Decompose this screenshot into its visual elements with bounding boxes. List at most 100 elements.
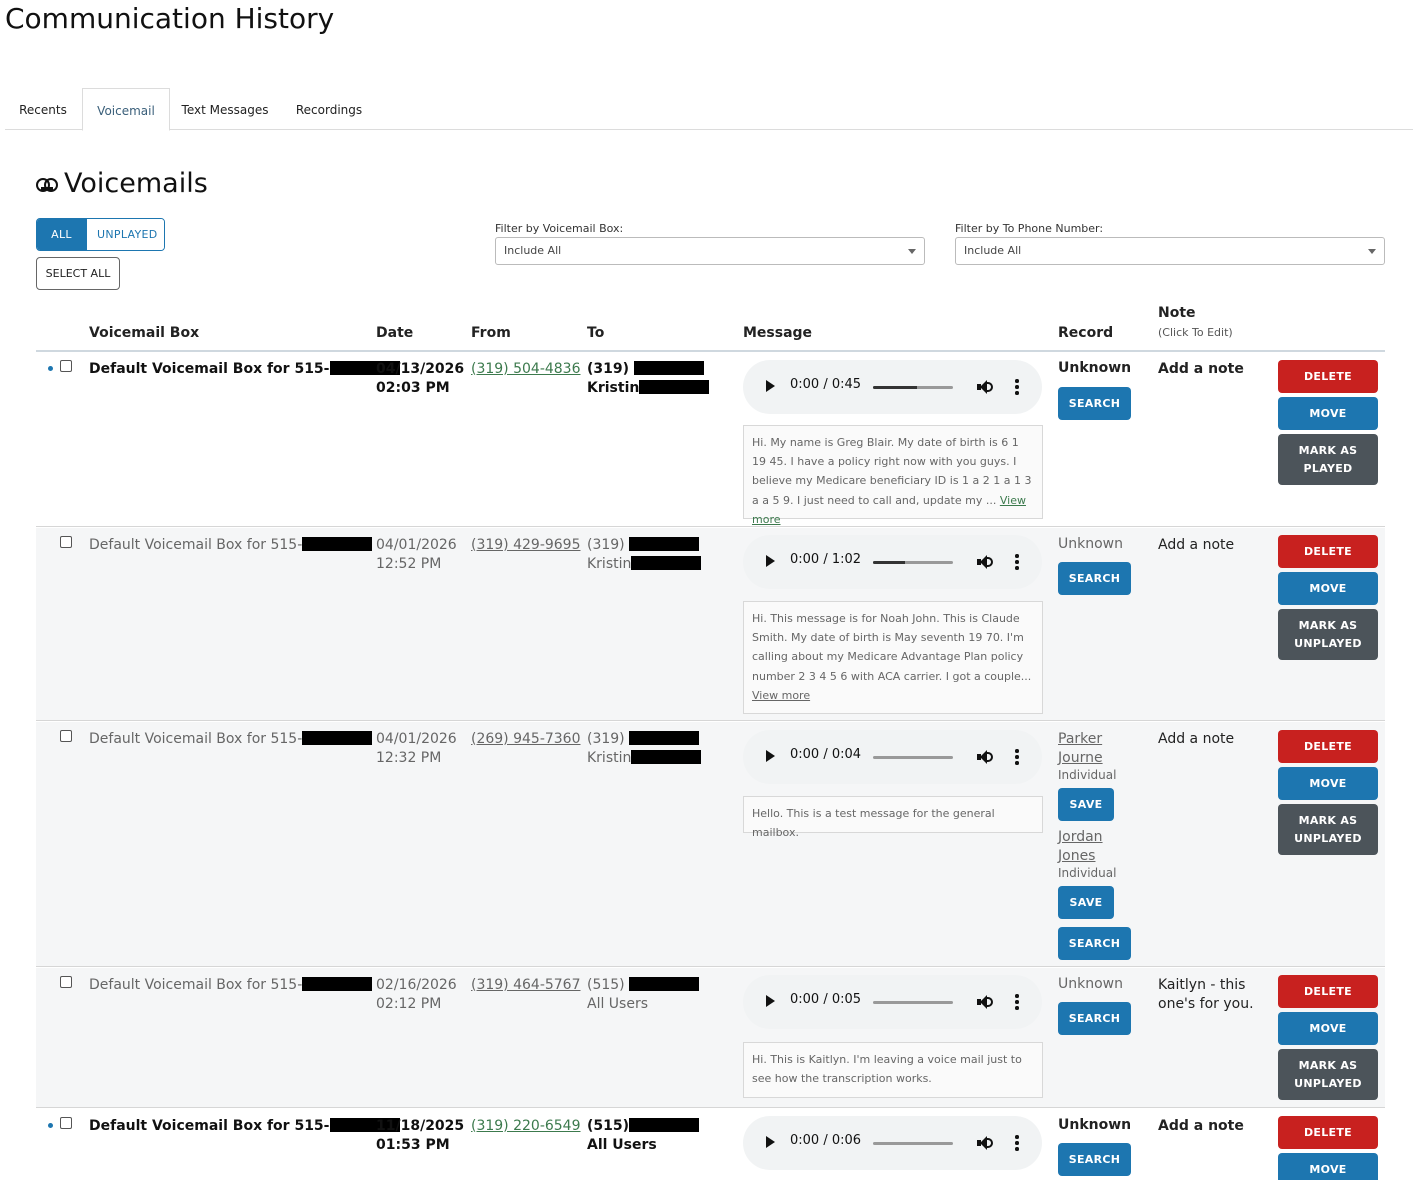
row-checkbox[interactable] (60, 360, 72, 372)
note-cell[interactable]: Add a note (1158, 360, 1244, 379)
more-options-icon[interactable] (1015, 1135, 1019, 1151)
row-checkbox[interactable] (60, 536, 72, 548)
save-button[interactable]: SAVE (1058, 886, 1114, 919)
to-area-code: (319) (587, 731, 625, 747)
to-area-code: (319) (587, 361, 630, 377)
audio-player: 0:00 / 1:02 (743, 535, 1042, 589)
delete-button[interactable]: DELETE (1278, 730, 1378, 763)
to-area-code: (515) (587, 1118, 630, 1134)
mark-as-unplayed-button[interactable]: MARK AS UNPLAYED (1278, 609, 1378, 660)
play-icon[interactable] (766, 995, 775, 1007)
progress-bar[interactable] (873, 756, 953, 759)
column-note: Note (1158, 305, 1196, 321)
from-phone-link[interactable]: (319) 220-6549 (471, 1118, 581, 1134)
more-options-icon[interactable] (1015, 379, 1019, 395)
time-value: 12:52 PM (376, 556, 442, 572)
delete-button[interactable]: DELETE (1278, 535, 1378, 568)
tab-recents[interactable]: Recents (5, 88, 81, 130)
player-time: 0:00 / 1:02 (790, 552, 862, 567)
note-cell[interactable]: Kaitlyn - this one's for you. (1158, 976, 1254, 1014)
row-checkbox[interactable] (60, 1117, 72, 1129)
time-value: 02:12 PM (376, 996, 442, 1012)
more-options-icon[interactable] (1015, 554, 1019, 570)
record-type: Individual (1058, 866, 1117, 880)
from-phone-link[interactable]: (269) 945-7360 (471, 731, 581, 747)
from-phone-link[interactable]: (319) 504-4836 (471, 361, 581, 377)
record-status: Unknown (1058, 1117, 1132, 1133)
move-button[interactable]: MOVE (1278, 767, 1378, 800)
redaction (633, 361, 704, 375)
volume-icon[interactable] (977, 554, 993, 570)
date-cell: 04/13/2026 02:03 PM (376, 360, 464, 398)
more-options-icon[interactable] (1015, 749, 1019, 765)
voicemail-icon (36, 177, 58, 192)
note-cell[interactable]: Add a note (1158, 730, 1234, 749)
redaction (629, 977, 700, 991)
record-name-link[interactable]: Jordan Jones (1058, 828, 1116, 866)
volume-icon[interactable] (977, 379, 993, 395)
to-area-code: (319) (587, 537, 625, 553)
record-type: Individual (1058, 768, 1117, 782)
search-button[interactable]: SEARCH (1058, 1002, 1131, 1035)
mark-as-unplayed-button[interactable]: MARK AS UNPLAYED (1278, 1049, 1378, 1100)
row-checkbox[interactable] (60, 730, 72, 742)
unplayed-filter-button[interactable]: UNPLAYED (86, 219, 164, 250)
move-button[interactable]: MOVE (1278, 572, 1378, 605)
tab-text-messages[interactable]: Text Messages (175, 88, 275, 130)
record-name-link[interactable]: Parker Journe (1058, 730, 1116, 768)
tab-recordings[interactable]: Recordings (287, 88, 371, 130)
redaction (629, 1118, 700, 1132)
play-icon[interactable] (766, 750, 775, 762)
delete-button[interactable]: DELETE (1278, 360, 1378, 393)
move-button[interactable]: MOVE (1278, 397, 1378, 430)
mark-as-played-button[interactable]: MARK AS PLAYED (1278, 434, 1378, 485)
to-cell: (515) All Users (587, 1117, 700, 1155)
from-phone-link[interactable]: (319) 429-9695 (471, 537, 581, 553)
delete-button[interactable]: DELETE (1278, 975, 1378, 1008)
more-options-icon[interactable] (1015, 994, 1019, 1010)
note-cell[interactable]: Add a note (1158, 1117, 1244, 1136)
volume-icon[interactable] (977, 994, 993, 1010)
page-title: Communication History (5, 2, 335, 35)
audio-player: 0:00 / 0:04 (743, 730, 1042, 784)
column-date: Date (376, 325, 414, 341)
transcript-text: Hi. My name is Greg Blair. My date of bi… (752, 436, 1032, 507)
voicemail-box-filter-select[interactable]: Include All (495, 237, 925, 265)
progress-bar[interactable] (873, 561, 953, 564)
volume-icon[interactable] (977, 749, 993, 765)
view-more-link[interactable]: View more (752, 689, 810, 702)
mark-as-unplayed-button[interactable]: MARK AS UNPLAYED (1278, 804, 1378, 855)
play-icon[interactable] (766, 380, 775, 392)
date-cell: 02/16/2026 02:12 PM (376, 976, 457, 1014)
note-cell[interactable]: Add a note (1158, 536, 1234, 555)
mark-label-line2: UNPLAYED (1294, 1077, 1362, 1090)
save-button[interactable]: SAVE (1058, 788, 1114, 821)
column-voicemail-box: Voicemail Box (89, 325, 200, 341)
tab-bar: Recents Voicemail Text Messages Recordin… (5, 88, 1413, 131)
progress-bar[interactable] (873, 1142, 953, 1145)
redaction (629, 731, 700, 745)
search-button[interactable]: SEARCH (1058, 387, 1131, 420)
search-button[interactable]: SEARCH (1058, 927, 1131, 960)
play-icon[interactable] (766, 555, 775, 567)
select-all-button[interactable]: SELECT ALL (36, 257, 120, 290)
progress-bar[interactable] (873, 1001, 953, 1004)
row-checkbox[interactable] (60, 976, 72, 988)
search-button[interactable]: SEARCH (1058, 562, 1131, 595)
voicemail-box-cell: Default Voicemail Box for 515- (89, 536, 373, 555)
tab-voicemail[interactable]: Voicemail (82, 88, 170, 131)
volume-icon[interactable] (977, 1135, 993, 1151)
play-icon[interactable] (766, 1136, 775, 1148)
progress-bar[interactable] (873, 386, 953, 389)
mark-label-line1: MARK AS (1298, 814, 1358, 827)
all-filter-button[interactable]: ALL (37, 219, 86, 250)
delete-button[interactable]: DELETE (1278, 1116, 1378, 1149)
audio-player: 0:00 / 0:06 (743, 1116, 1042, 1170)
search-button[interactable]: SEARCH (1058, 1143, 1131, 1176)
move-button[interactable]: MOVE (1278, 1012, 1378, 1045)
move-button[interactable]: MOVE (1278, 1153, 1378, 1180)
mark-label-line1: MARK AS (1298, 619, 1358, 632)
phone-filter-select[interactable]: Include All (955, 237, 1385, 265)
voicemail-box-cell: Default Voicemail Box for 515- (89, 976, 373, 995)
from-phone-link[interactable]: (319) 464-5767 (471, 977, 581, 993)
